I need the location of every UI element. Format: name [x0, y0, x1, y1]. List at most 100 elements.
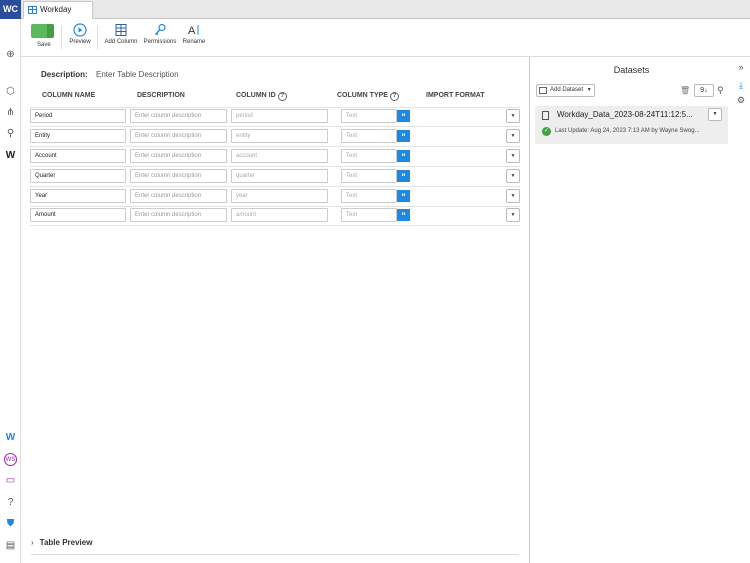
permissions-button[interactable]: Permissions: [143, 23, 177, 45]
column-type-header: COLUMN TYPE?: [337, 92, 399, 101]
gear-icon[interactable]: ⚙: [736, 95, 746, 105]
table-preview-toggle[interactable]: › Table Preview: [31, 538, 92, 547]
chevron-down-icon[interactable]: ▼: [506, 208, 520, 222]
collapse-panel-icon[interactable]: »: [736, 62, 746, 72]
table-editor: Description: Enter Table Description COL…: [21, 57, 529, 563]
column-id-input[interactable]: entity: [231, 129, 328, 143]
help-icon[interactable]: ?: [389, 92, 399, 101]
chevron-down-icon[interactable]: ▼: [506, 169, 520, 183]
add-column-button[interactable]: Add Column: [103, 23, 139, 45]
table-description-input[interactable]: Enter Table Description: [96, 70, 179, 79]
right-rail: » ⤓ ⚙: [732, 57, 750, 563]
toolbar: Save Preview Add Column Permissions A Re…: [21, 19, 750, 57]
column-name-input[interactable]: Account: [30, 149, 126, 163]
connector-icon[interactable]: ⋔: [4, 106, 17, 119]
column-type-header-label: COLUMN TYPE: [337, 92, 388, 99]
column-description-input[interactable]: Enter column description: [130, 169, 227, 183]
column-type-input[interactable]: Text: [341, 189, 397, 203]
column-id-input[interactable]: period: [231, 109, 328, 123]
column-name-input[interactable]: Year: [30, 189, 126, 203]
chevron-down-icon[interactable]: ▼: [506, 149, 520, 163]
document-icon[interactable]: ▤: [4, 539, 17, 552]
column-name-input[interactable]: Quarter: [30, 169, 126, 183]
toolbar-divider: [97, 25, 98, 49]
toolbar-divider: [61, 25, 62, 49]
preview-button[interactable]: Preview: [68, 23, 92, 45]
save-label: Save: [37, 42, 51, 48]
tools-icon[interactable]: ⚲: [4, 127, 17, 140]
column-id-input[interactable]: year: [231, 189, 328, 203]
save-button[interactable]: [31, 24, 54, 38]
add-dataset-icon: [539, 87, 547, 94]
import-format-header: IMPORT FORMAT: [426, 92, 485, 99]
description-header: DESCRIPTION: [137, 92, 185, 99]
column-description-input[interactable]: Enter column description: [130, 189, 227, 203]
sort-button[interactable]: 9↓: [694, 84, 714, 97]
workiva-w-icon[interactable]: W: [4, 149, 17, 162]
tab-workday-table[interactable]: Workday Table: [23, 1, 93, 30]
column-type-input[interactable]: Text: [341, 149, 397, 163]
column-name-input[interactable]: Entity: [30, 129, 126, 143]
column-description-input[interactable]: Enter column description: [130, 208, 227, 222]
column-id-input[interactable]: quarter: [231, 169, 328, 183]
column-id-header: COLUMN ID?: [236, 92, 287, 101]
chevron-down-icon[interactable]: ▼: [708, 108, 722, 121]
column-description-input[interactable]: Enter column description: [130, 129, 227, 143]
column-type-input[interactable]: Text: [341, 129, 397, 143]
dataset-item[interactable]: Workday_Data_2023-08-24T11:12:5... ▼ ✓ L…: [535, 106, 728, 144]
workiva-blue-w-icon[interactable]: W: [4, 431, 17, 444]
column-name-input[interactable]: Amount: [30, 208, 126, 222]
column-description-input[interactable]: Enter column description: [130, 149, 227, 163]
table-icon: [28, 6, 37, 14]
table-row: Year Enter column description year Text …: [30, 187, 520, 205]
quote-icon[interactable]: ": [397, 209, 410, 221]
table-preview-label: Table Preview: [39, 538, 93, 547]
chevron-down-icon[interactable]: ▼: [506, 109, 520, 123]
cube-icon[interactable]: ⬡: [4, 85, 17, 98]
add-circle-icon[interactable]: ⊕: [4, 48, 17, 61]
chevron-right-icon: ›: [31, 538, 34, 547]
quote-icon[interactable]: ": [397, 190, 410, 202]
quote-icon[interactable]: ": [397, 170, 410, 182]
trash-icon[interactable]: 🗑: [680, 86, 690, 95]
dataset-last-update: Last Update: Aug 24, 2023 7:13 AM by Way…: [555, 128, 700, 134]
left-rail: ⊕ ⬡ ⋔ ⚲ W W WS ▭ ? ⛊ ▤: [0, 19, 21, 563]
dataset-name[interactable]: Workday_Data_2023-08-24T11:12:5...: [557, 110, 702, 119]
column-type-input[interactable]: Text: [341, 169, 397, 183]
rename-button[interactable]: A Rename: [181, 23, 207, 45]
column-id-header-label: COLUMN ID: [236, 92, 276, 99]
file-icon: [542, 111, 549, 120]
column-name-input[interactable]: Period: [30, 109, 126, 123]
table-row: Entity Enter column description entity T…: [30, 127, 520, 145]
quote-icon[interactable]: ": [397, 130, 410, 142]
top-tab-bar: WC Workday Table: [0, 0, 750, 30]
table-row: Amount Enter column description amount T…: [30, 206, 520, 224]
help-icon[interactable]: ?: [277, 92, 287, 101]
preview-label: Preview: [69, 39, 91, 45]
chevron-down-icon[interactable]: ▼: [506, 189, 520, 203]
add-dataset-button[interactable]: Add Dataset ▼: [536, 84, 595, 97]
table-row: Period Enter column description period T…: [30, 107, 520, 125]
download-icon[interactable]: ⤓: [736, 80, 746, 90]
add-column-icon: [115, 24, 127, 36]
play-circle-icon: [73, 23, 87, 37]
datasets-title: Datasets: [613, 65, 650, 75]
app-logo[interactable]: WC: [0, 0, 21, 19]
search-icon[interactable]: ⚲: [717, 85, 727, 95]
quote-icon[interactable]: ": [397, 110, 410, 122]
key-icon: [154, 23, 166, 36]
add-dataset-label: Add Dataset: [550, 87, 584, 93]
quote-icon[interactable]: ": [397, 150, 410, 162]
column-description-input[interactable]: Enter column description: [130, 109, 227, 123]
column-id-input[interactable]: amount: [231, 208, 328, 222]
rename-label: Rename: [182, 39, 206, 45]
column-type-input[interactable]: Text: [341, 109, 397, 123]
column-type-input[interactable]: Text: [341, 208, 397, 222]
chevron-down-icon[interactable]: ▼: [506, 129, 520, 143]
chat-icon[interactable]: ▭: [4, 474, 17, 487]
help-icon[interactable]: ?: [4, 496, 17, 509]
shield-check-icon[interactable]: ⛊: [4, 517, 17, 530]
column-id-input[interactable]: account: [231, 149, 328, 163]
user-avatar-icon[interactable]: WS: [4, 453, 17, 466]
chevron-down-icon: ▼: [586, 87, 592, 93]
